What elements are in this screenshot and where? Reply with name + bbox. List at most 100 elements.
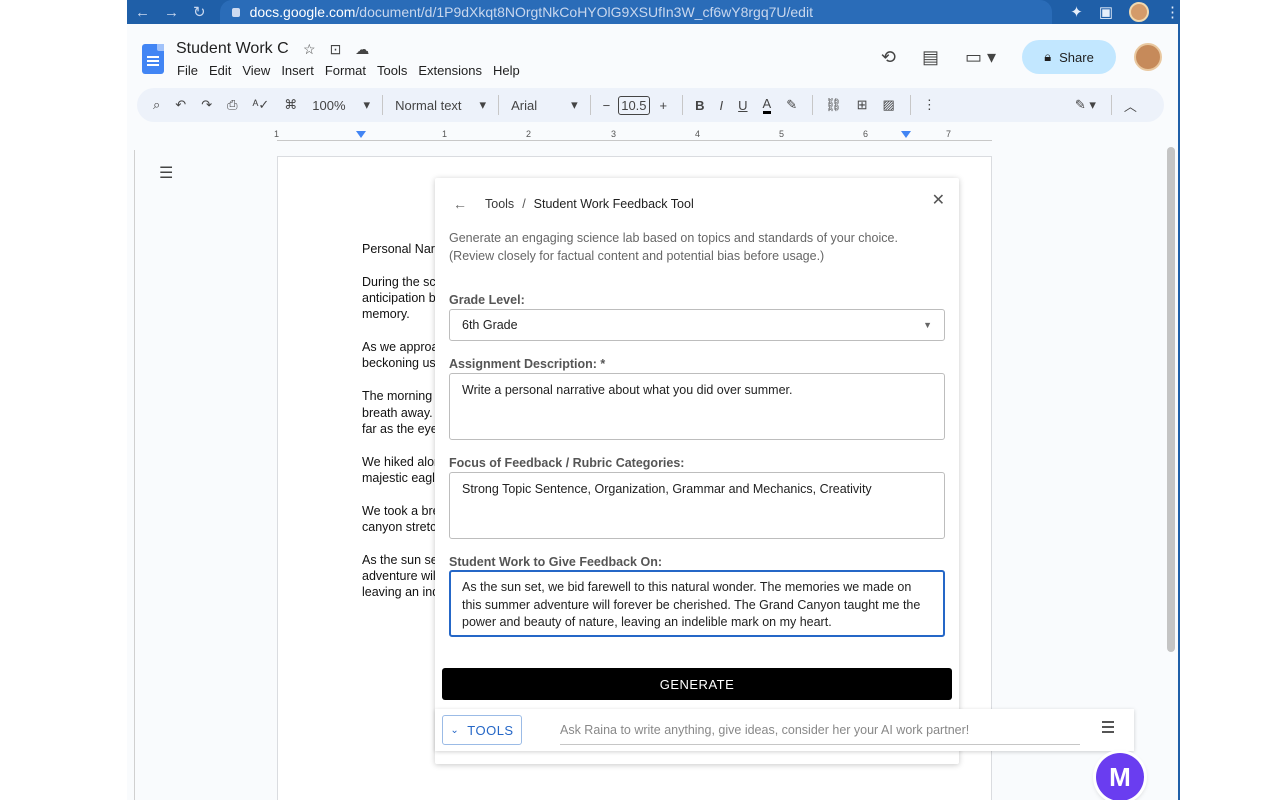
divider [589, 95, 591, 115]
ruler-baseline [277, 140, 992, 141]
grade-label: Grade Level: [449, 293, 525, 307]
insert-image-icon[interactable]: ▨ [883, 97, 895, 113]
menu-help[interactable]: Help [493, 63, 520, 78]
comments-icon[interactable]: ▤ [922, 47, 939, 68]
text-color-button[interactable]: A [762, 96, 772, 114]
decrease-size-icon[interactable]: − [603, 98, 611, 113]
chevron-down-icon: ▼ [923, 320, 932, 330]
move-folder-icon[interactable]: ⊡ [330, 41, 342, 58]
chevron-down-icon: ⌄ [450, 724, 460, 736]
doc-paragraph: Personal Narr [362, 242, 437, 256]
raina-prompt-input[interactable]: Ask Raina to write anything, give ideas,… [560, 715, 1080, 745]
divider [382, 95, 384, 115]
raina-chat-bar: ⌄ TOOLS Ask Raina to write anything, giv… [435, 709, 1134, 751]
italic-button[interactable]: I [720, 98, 724, 113]
profile-avatar[interactable] [1129, 2, 1149, 22]
student-work-label: Student Work to Give Feedback On: [449, 555, 662, 569]
back-icon[interactable]: ← [135, 4, 150, 21]
window-edge [1178, 0, 1180, 800]
chevron-down-icon: ▾ [571, 97, 578, 112]
font-select[interactable]: Arial ▾ [511, 97, 578, 113]
menu-extensions[interactable]: Extensions [418, 63, 482, 78]
extensions-icon[interactable]: ✦ [1070, 3, 1083, 21]
bold-button[interactable]: B [695, 98, 704, 113]
paint-format-icon[interactable]: ⌘ [284, 97, 297, 113]
header-actions: ⟲ ▤ ▭ ▾ 🔒︎ Share [881, 40, 1180, 74]
search-menus-icon[interactable]: ⌕ [153, 97, 160, 113]
generate-button[interactable]: GENERATE [442, 668, 952, 700]
close-icon[interactable]: ✕ [932, 190, 945, 210]
ruler-number: 4 [695, 129, 701, 139]
link-icon[interactable]: ⛓ [825, 97, 842, 113]
more-options-icon[interactable]: ⋮ [923, 97, 936, 113]
sidepanel-icon[interactable]: ▣ [1099, 3, 1113, 21]
user-avatar[interactable] [1134, 43, 1162, 71]
document-title[interactable]: Student Work C [176, 40, 289, 58]
ruler-number: 3 [611, 129, 617, 139]
chevron-down-icon: ▾ [479, 97, 487, 112]
document-body[interactable]: Personal Narr During the sce anticipatio… [362, 241, 437, 617]
assignment-textarea[interactable]: Write a personal narrative about what yo… [449, 373, 945, 440]
highlight-icon[interactable]: ✎ [786, 97, 797, 113]
address-bar[interactable]: docs.google.com/document/d/1P9dXkqt8NOrg… [219, 0, 1053, 24]
back-arrow-icon[interactable]: ← [453, 196, 467, 212]
menu-insert[interactable]: Insert [281, 63, 314, 78]
undo-icon[interactable]: ↶ [175, 97, 186, 113]
grade-select[interactable]: 6th Grade ▼ [449, 309, 945, 341]
collapse-icon[interactable]: ︿ [1124, 96, 1137, 115]
add-comment-icon[interactable]: ⊞ [857, 97, 868, 113]
spellcheck-icon[interactable]: ᴬ✓ [253, 97, 270, 113]
title-actions: ☆ ⊡ ☁ [303, 41, 369, 58]
hamburger-menu-icon[interactable] [1102, 721, 1114, 736]
assignment-label: Assignment Description: * [449, 357, 606, 371]
breadcrumb-root[interactable]: Tools [485, 197, 514, 211]
tools-button[interactable]: ⌄ TOOLS [442, 715, 522, 745]
style-select[interactable]: Normal text ▾ [395, 97, 486, 113]
menu-view[interactable]: View [242, 63, 270, 78]
share-label: Share [1059, 49, 1094, 65]
magicschool-logo-icon[interactable]: M [1096, 753, 1144, 800]
star-icon[interactable]: ☆ [303, 41, 316, 58]
browser-actions: ✦ ▣ ⋮ [1070, 2, 1180, 22]
browser-toolbar: ← → ↻ docs.google.com/document/d/1P9dXkq… [127, 0, 1180, 24]
font-size-input[interactable]: 10.5 [618, 95, 650, 115]
vertical-ruler [127, 150, 135, 800]
zoom-value: 100% [312, 97, 346, 113]
redo-icon[interactable]: ↷ [201, 97, 212, 113]
left-indent-marker[interactable] [356, 131, 366, 138]
menu-file[interactable]: File [177, 63, 198, 78]
reload-icon[interactable]: ↻ [193, 3, 206, 21]
divider [498, 95, 500, 115]
divider [812, 95, 814, 115]
share-button[interactable]: 🔒︎ Share [1022, 40, 1116, 74]
editing-mode-icon[interactable]: ✎ ▾ [1075, 97, 1096, 113]
increase-size-icon[interactable]: + [660, 98, 668, 113]
doc-paragraph: As the sun se adventure will leaving an … [362, 552, 437, 600]
breadcrumb-current: Student Work Feedback Tool [533, 197, 694, 211]
zoom-select[interactable]: 100% ▾ [312, 97, 370, 113]
ruler-number: 6 [863, 129, 869, 139]
cloud-status-icon[interactable]: ☁ [355, 41, 369, 58]
underline-button[interactable]: U [738, 98, 747, 113]
right-indent-marker[interactable] [901, 131, 911, 138]
print-icon[interactable]: ⎙ [227, 97, 237, 113]
document-scrollbar[interactable] [1167, 147, 1175, 652]
doc-paragraph: We hiked alon majestic eagle [362, 454, 437, 485]
font-value: Arial [511, 97, 538, 113]
lock-icon: 🔒︎ [1044, 49, 1052, 64]
focus-textarea[interactable]: Strong Topic Sentence, Organization, Gra… [449, 472, 945, 539]
browser-nav: ← → ↻ [127, 3, 206, 22]
ruler-number: 5 [779, 129, 785, 139]
ruler-number: 1 [442, 129, 448, 139]
menu-edit[interactable]: Edit [209, 63, 231, 78]
forward-icon[interactable]: → [164, 4, 179, 21]
docs-logo-icon[interactable] [142, 44, 164, 74]
student-work-textarea[interactable]: As the sun set, we bid farewell to this … [449, 570, 945, 637]
menu-format[interactable]: Format [325, 63, 366, 78]
meet-icon[interactable]: ▭ ▾ [965, 47, 996, 68]
formatting-toolbar: ⌕ ↶ ↷ ⎙ ᴬ✓ ⌘ 100% ▾ Normal text ▾ Arial ▾ −… [137, 88, 1164, 122]
menu-tools[interactable]: Tools [377, 63, 407, 78]
outline-icon[interactable]: ☰ [159, 163, 175, 183]
url-host: docs.google.com [249, 4, 356, 20]
history-icon[interactable]: ⟲ [881, 47, 896, 68]
